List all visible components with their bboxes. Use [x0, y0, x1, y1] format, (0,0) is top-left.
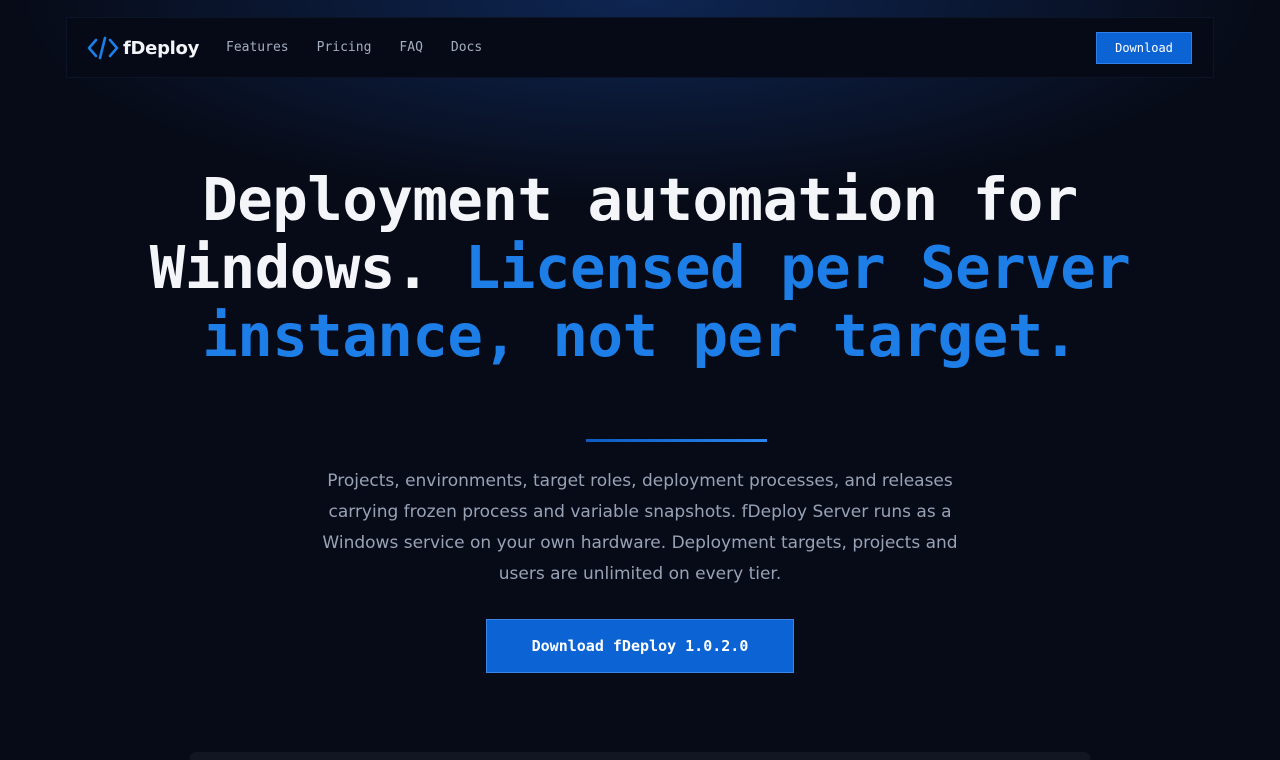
brand-logo-link[interactable]: fDeploy: [87, 35, 199, 61]
hero-title: Deployment automation for Windows. Licen…: [140, 166, 1140, 370]
nav-download-button[interactable]: Download: [1096, 32, 1192, 64]
nav-link-docs[interactable]: Docs: [451, 40, 482, 55]
nav-link-pricing[interactable]: Pricing: [317, 40, 372, 55]
nav-links: Features Pricing FAQ Docs: [226, 40, 482, 55]
download-cta-button[interactable]: Download fDeploy 1.0.2.0: [486, 619, 794, 673]
title-underline-accent: [586, 439, 767, 442]
app-preview-panel: [190, 752, 1090, 760]
landing-page: fDeploy Features Pricing FAQ Docs Downlo…: [0, 0, 1280, 760]
nav-link-features[interactable]: Features: [226, 40, 289, 55]
brand-name: fDeploy: [123, 37, 200, 59]
hero-description: Projects, environments, target roles, de…: [322, 471, 958, 584]
top-navbar: fDeploy Features Pricing FAQ Docs Downlo…: [66, 17, 1214, 78]
nav-link-faq[interactable]: FAQ: [399, 40, 422, 55]
code-brackets-icon: [87, 36, 119, 60]
